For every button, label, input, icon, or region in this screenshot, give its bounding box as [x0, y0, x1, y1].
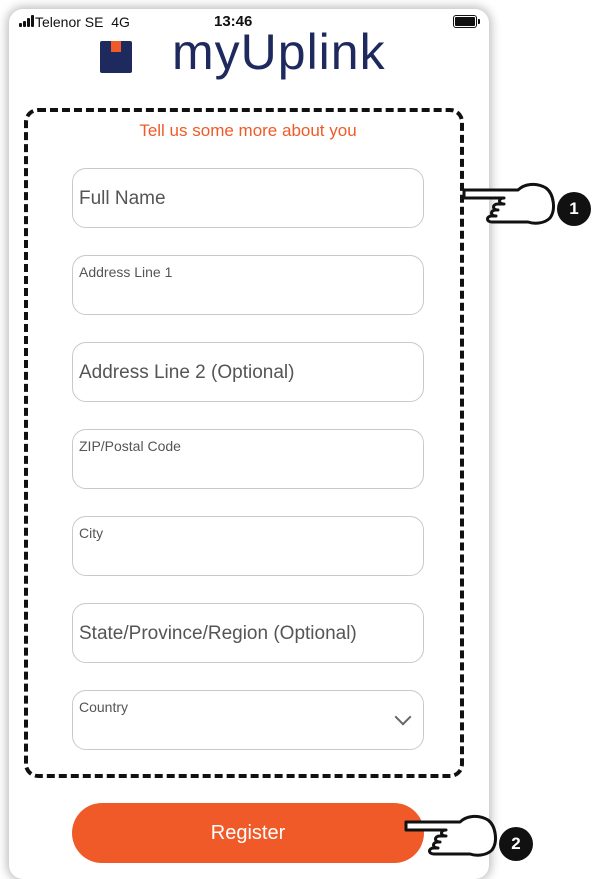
state-region-placeholder: State/Province/Region (Optional)	[79, 623, 357, 644]
address-line-1-field[interactable]: Address Line 1	[72, 255, 424, 315]
address-line-2-field[interactable]: Address Line 2 (Optional)	[72, 342, 424, 402]
address-line-1-label: Address Line 1	[79, 264, 173, 280]
app-logo: myUplink	[89, 31, 449, 85]
battery-icon	[453, 15, 480, 28]
pointing-hand-icon	[462, 182, 555, 225]
network-type: 4G	[111, 14, 130, 30]
annotation-marker-1: 1	[557, 192, 591, 226]
state-region-field[interactable]: State/Province/Region (Optional)	[72, 603, 424, 663]
register-button[interactable]: Register	[72, 803, 424, 863]
carrier-name: Telenor SE	[35, 14, 104, 30]
form-subtitle: Tell us some more about you	[139, 121, 357, 140]
city-label: City	[79, 525, 104, 541]
country-label: Country	[79, 699, 129, 715]
status-bar: Telenor SE 4G 13:46	[9, 9, 489, 33]
annotation-marker-2: 2	[499, 827, 533, 861]
zip-code-label: ZIP/Postal Code	[79, 438, 181, 454]
carrier-label: Telenor SE 4G	[35, 14, 130, 30]
zip-code-field[interactable]: ZIP/Postal Code	[72, 429, 424, 489]
clock: 13:46	[214, 13, 253, 30]
logo-text: myUplink	[172, 31, 386, 80]
address-line-2-placeholder: Address Line 2 (Optional)	[79, 362, 295, 383]
logo-mark-icon	[100, 41, 132, 73]
country-select[interactable]: Country	[72, 690, 424, 750]
pointing-hand-icon	[404, 814, 497, 857]
city-field[interactable]: City	[72, 516, 424, 576]
full-name-placeholder: Full Name	[79, 188, 166, 209]
chevron-down-icon[interactable]	[394, 708, 412, 726]
full-name-field[interactable]: Full Name	[72, 168, 424, 228]
